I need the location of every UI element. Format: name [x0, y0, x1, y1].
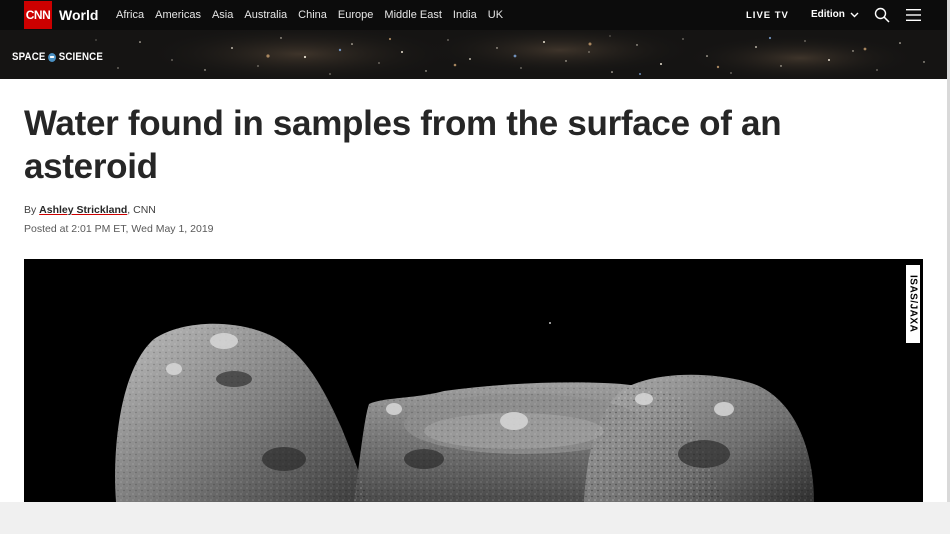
nav-link-australia[interactable]: Australia — [244, 9, 287, 21]
section-banner: SPACE SCIENCE — [0, 30, 947, 79]
byline-suffix: , CNN — [127, 204, 156, 216]
space-science-label[interactable]: SPACE SCIENCE — [12, 51, 103, 63]
image-credit: ISAS/JAXA — [906, 265, 920, 343]
menu-icon[interactable] — [906, 8, 921, 22]
edition-dropdown[interactable]: Edition — [811, 9, 859, 20]
planet-icon — [48, 52, 57, 62]
banner-label-science: SCIENCE — [58, 51, 103, 63]
nav-link-india[interactable]: India — [453, 9, 477, 21]
nav-link-china[interactable]: China — [298, 9, 327, 21]
edition-label: Edition — [811, 9, 845, 20]
nav-link-uk[interactable]: UK — [488, 9, 503, 21]
bottom-bar — [0, 502, 950, 534]
author-link[interactable]: Ashley Strickland — [39, 204, 127, 216]
nav-link-europe[interactable]: Europe — [338, 9, 373, 21]
byline-prefix: By — [24, 204, 40, 216]
asteroid-image — [24, 259, 923, 502]
live-tv-link[interactable]: LIVE TV — [746, 10, 789, 21]
hero-image: ISAS/JAXA — [24, 259, 923, 502]
nav-link-asia[interactable]: Asia — [212, 9, 233, 21]
region-nav: Africa Americas Asia Australia China Eur… — [116, 9, 514, 21]
byline: By Ashley Strickland, CNN — [24, 204, 156, 216]
image-credit-text: ISAS/JAXA — [907, 275, 919, 333]
banner-label-space: SPACE — [12, 51, 46, 63]
nav-link-africa[interactable]: Africa — [116, 9, 144, 21]
nav-link-americas[interactable]: Americas — [155, 9, 201, 21]
posted-timestamp: Posted at 2:01 PM ET, Wed May 1, 2019 — [24, 223, 214, 235]
cnn-logo[interactable]: CNN — [24, 1, 52, 29]
page: CNN World Africa Americas Asia Australia… — [0, 0, 947, 502]
search-icon[interactable] — [874, 7, 890, 23]
chevron-down-icon — [850, 12, 859, 17]
nav-link-middle-east[interactable]: Middle East — [384, 9, 441, 21]
article-headline: Water found in samples from the surface … — [24, 104, 782, 186]
section-world-link[interactable]: World — [59, 7, 98, 23]
top-nav: CNN World Africa Americas Asia Australia… — [0, 0, 947, 30]
starfield-background — [0, 30, 947, 79]
